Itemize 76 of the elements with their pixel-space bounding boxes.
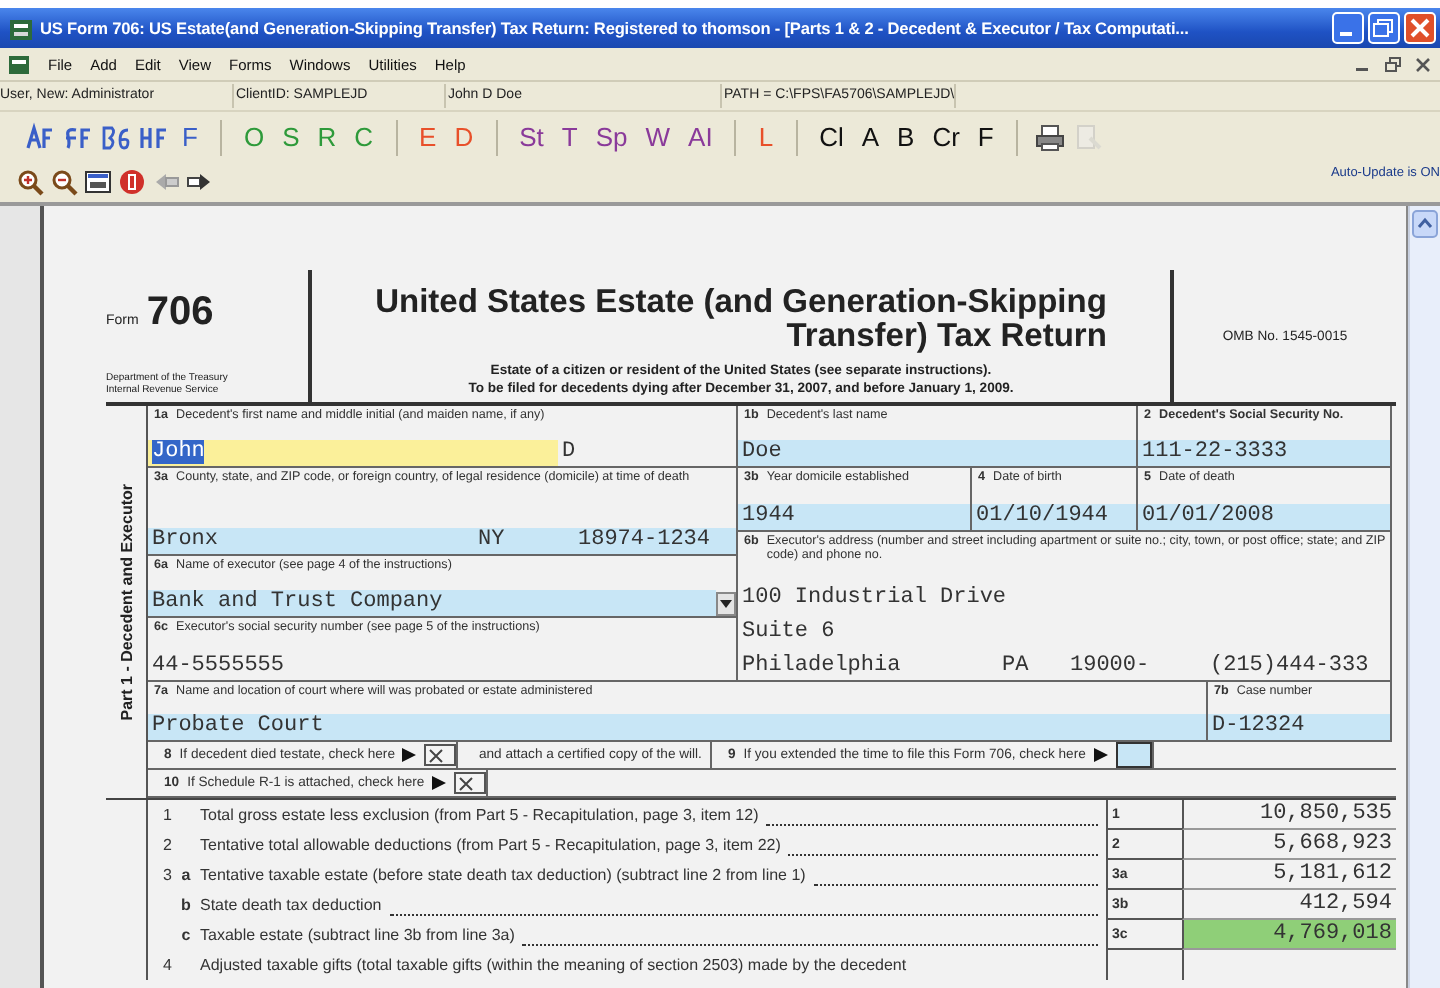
line-number: 3 xyxy=(161,866,172,884)
line-text: Total gross estate less exclusion (from Part 5 - Recapitulation, page 3, item 12) xyxy=(200,806,759,824)
zoom-in-icon[interactable] xyxy=(16,168,44,196)
forward-icon[interactable] xyxy=(186,168,214,196)
input-field[interactable]: PA xyxy=(998,654,1066,680)
dropdown-button[interactable] xyxy=(716,591,736,615)
toolbar-button[interactable]: F xyxy=(176,121,204,153)
zoom-out-icon[interactable] xyxy=(50,168,78,196)
restore-icon[interactable] xyxy=(1368,12,1400,44)
input-field[interactable]: 01/01/2008 xyxy=(1138,504,1390,530)
toolbar-button[interactable]: Cr xyxy=(926,121,966,153)
input-field[interactable]: D xyxy=(558,440,736,466)
caret-icon xyxy=(720,599,732,607)
input-field[interactable]: 01/10/1944 xyxy=(972,504,1136,530)
app-icon xyxy=(8,15,34,41)
input-field[interactable]: D-12324 xyxy=(1208,714,1390,740)
line-text: State death tax deduction xyxy=(200,896,382,914)
line-letter: a xyxy=(179,866,193,884)
input-field[interactable]: Doe xyxy=(738,440,1136,466)
toolbar-button[interactable]: A xyxy=(855,121,886,153)
line-number: 4 xyxy=(161,956,172,974)
line-text: Tentative total allowable deductions (from Part 5 - Recapitulation, page 3, item 22) xyxy=(200,836,781,854)
x-mark-icon xyxy=(428,747,445,763)
line-text: Taxable estate (subtract line 3b from line 3a) xyxy=(200,926,515,944)
line-number: 2 xyxy=(161,836,172,854)
toolbar-button[interactable]: F xyxy=(971,121,1000,153)
line-letter: b xyxy=(179,896,193,914)
close-icon[interactable] xyxy=(1414,55,1432,73)
x-mark-icon xyxy=(458,775,475,791)
scrollbar[interactable] xyxy=(1408,206,1440,988)
part-label: Part 1 - Decedent and Executor xyxy=(117,483,135,721)
checkbox[interactable] xyxy=(1115,742,1152,768)
line-number: 1 xyxy=(161,806,172,824)
toolbar-button[interactable]: W xyxy=(639,121,677,153)
toolbar-button[interactable]: Cl xyxy=(813,121,850,153)
input-field[interactable]: 100 Industrial Drive xyxy=(738,586,1390,612)
toolbar-button[interactable]: AI xyxy=(682,121,719,153)
line-text: Tentative taxable estate (before state death tax deduction) (subtract line 2 from line 1) xyxy=(200,866,806,884)
toolbar-button[interactable]: St xyxy=(513,121,550,153)
input-field[interactable]: 1944 xyxy=(738,504,970,530)
toolbar-button[interactable]: B xyxy=(891,121,921,153)
input-field[interactable]: NY xyxy=(474,528,574,554)
amount-cell[interactable]: 5,181,612 xyxy=(1182,860,1396,890)
input-field[interactable]: Bronx xyxy=(148,528,474,554)
checkbox[interactable] xyxy=(424,744,457,766)
window-icon[interactable] xyxy=(84,168,112,196)
amount-cell[interactable]: 4,769,018 xyxy=(1182,920,1396,950)
stop-icon[interactable] xyxy=(118,168,146,196)
restore-icon[interactable] xyxy=(1384,55,1402,73)
form-icon[interactable] xyxy=(24,121,56,153)
checkbox[interactable] xyxy=(454,772,487,794)
line-text: Adjusted taxable gifts (total taxable gifts (within the meaning of section 2503) made by the decedent xyxy=(200,956,907,974)
line-letter: c xyxy=(179,926,193,944)
window-title: US Form 706: US Estate(and Generation-Skipping Transfer) Tax Return: Registered to thomson - [Parts 1 & 2 - Decedent & Executor / Tax Computati... xyxy=(40,18,1191,38)
form-number: 706 xyxy=(146,290,214,336)
arrow-icon xyxy=(1093,748,1108,762)
toolbar-button[interactable]: T xyxy=(555,121,584,153)
document-icon xyxy=(8,53,30,75)
scroll-up-icon[interactable] xyxy=(1412,210,1438,238)
input-field[interactable]: 44-5555555 xyxy=(148,654,736,680)
toolbar-button[interactable]: Sp xyxy=(589,121,634,153)
form-icon[interactable] xyxy=(100,121,132,153)
printer-icon[interactable] xyxy=(1033,121,1066,153)
input-field[interactable]: 18974-1234 xyxy=(574,528,736,554)
amount-cell[interactable]: 10,850,535 xyxy=(1182,800,1396,830)
input-field[interactable]: Probate Court xyxy=(148,714,1206,740)
form-title: United States Estate (and Generation-Skipping Transfer) Tax Return xyxy=(375,286,1107,354)
input-field[interactable]: 19000- xyxy=(1066,654,1206,680)
minimize-icon[interactable] xyxy=(1332,12,1364,44)
input-field[interactable]: Bank and Trust Company xyxy=(148,590,716,616)
amount-cell[interactable]: 5,668,923 xyxy=(1182,830,1396,860)
input-field[interactable]: 111-22-3333 xyxy=(1138,440,1390,466)
input-field[interactable]: (215)444-333 xyxy=(1206,654,1390,680)
input-field[interactable]: Suite 6 xyxy=(738,620,1390,646)
input-field[interactable]: Philadelphia xyxy=(738,654,998,680)
input-field[interactable]: John xyxy=(148,440,558,466)
